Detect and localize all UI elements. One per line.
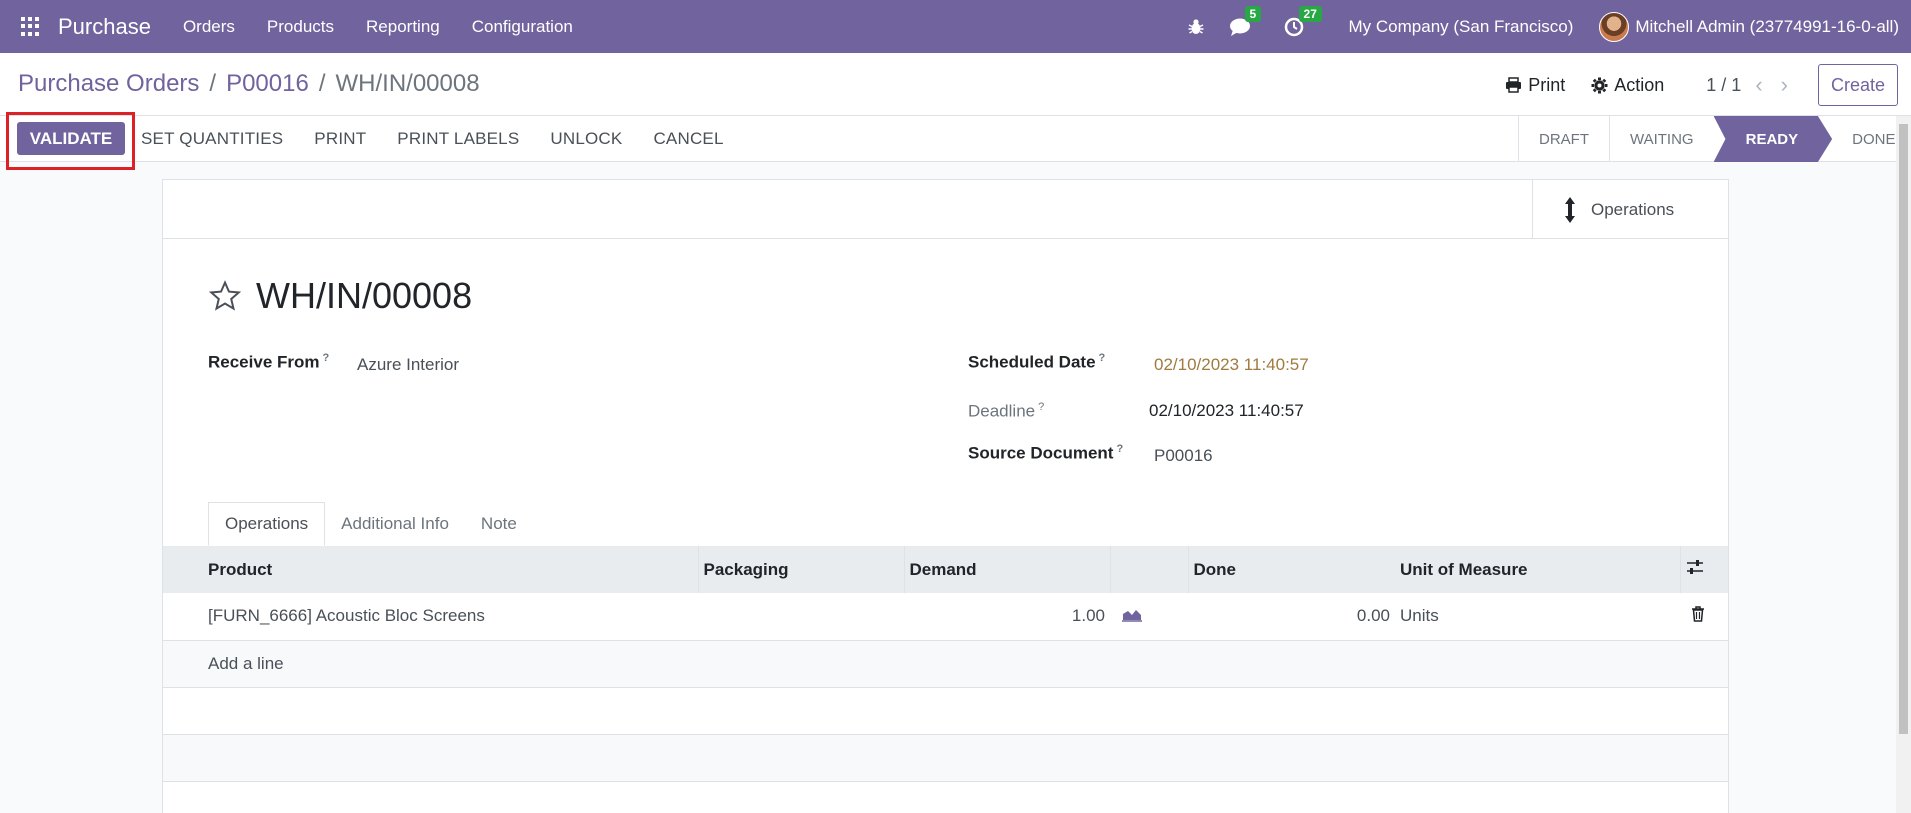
print-label: Print <box>1528 74 1566 95</box>
debug-bug-icon[interactable] <box>1185 16 1207 38</box>
systray: 5 27 My Company (San Francisco) Mitchell… <box>1185 0 1911 53</box>
help-tooltip[interactable]: ? <box>323 352 330 364</box>
tab-additional-info[interactable]: Additional Info <box>325 502 465 546</box>
deadline-field[interactable]: 02/10/2023 11:40:57 <box>1149 401 1304 421</box>
tab-operations[interactable]: Operations <box>208 502 326 546</box>
breadcrumb-separator: / <box>318 70 326 97</box>
notebook-tabs: Operations Additional Info Note <box>208 502 533 546</box>
add-line-row: Add a line <box>163 640 1728 688</box>
empty-row <box>163 734 1728 782</box>
scrollbar-thumb[interactable] <box>1899 124 1908 734</box>
area-chart-icon <box>1122 609 1142 622</box>
add-line-link[interactable]: Add a line <box>163 640 1728 688</box>
source-document-field[interactable]: P00016 <box>1154 446 1213 466</box>
stage-ready: READY <box>1713 116 1833 162</box>
activities-clock-icon[interactable]: 27 <box>1283 5 1322 38</box>
vertical-arrows-icon <box>1565 196 1575 223</box>
breadcrumb: Purchase Orders / P00016 / WH/IN/00008 <box>18 70 480 98</box>
main-menu: Orders Products Reporting Configuration <box>167 0 589 53</box>
validate-button[interactable]: VALIDATE <box>17 122 125 155</box>
action-label: Action <box>1614 74 1665 95</box>
action-dropdown[interactable]: Action <box>1591 75 1664 96</box>
stage-waiting: WAITING <box>1609 116 1714 162</box>
printer-icon <box>1506 77 1522 93</box>
help-tooltip[interactable]: ? <box>1099 352 1106 364</box>
cell-packaging[interactable] <box>698 593 904 641</box>
column-forecast <box>1109 546 1188 593</box>
statusbar-actions: SET QUANTITIES PRINT PRINT LABELS UNLOCK… <box>141 116 755 162</box>
help-tooltip[interactable]: ? <box>1038 401 1044 413</box>
column-demand[interactable]: Demand <box>903 546 1110 593</box>
user-avatar[interactable] <box>1599 11 1630 42</box>
cell-demand[interactable]: 1.00 <box>904 593 1110 641</box>
empty-row <box>163 687 1728 735</box>
print-button[interactable]: PRINT <box>314 129 366 149</box>
messages-chat-icon[interactable]: 5 <box>1229 5 1262 38</box>
optional-columns-toggle[interactable] <box>1679 546 1728 593</box>
pager-next-icon[interactable]: › <box>1781 72 1788 98</box>
receive-from-label: Receive From? <box>208 352 330 372</box>
stage-draft: DRAFT <box>1539 130 1589 148</box>
cancel-button[interactable]: CANCEL <box>653 129 723 149</box>
column-done[interactable]: Done <box>1187 546 1395 593</box>
forecast-report-button[interactable] <box>1110 593 1188 641</box>
breadcrumb-po[interactable]: P00016 <box>226 70 309 98</box>
print-labels-button[interactable]: PRINT LABELS <box>397 129 519 149</box>
user-menu[interactable]: Mitchell Admin (23774991-16-0-all) <box>1635 17 1899 37</box>
menu-configuration[interactable]: Configuration <box>456 0 589 53</box>
breadcrumb-purchase-orders[interactable]: Purchase Orders <box>18 70 199 98</box>
title-row: WH/IN/00008 <box>208 275 472 317</box>
breadcrumb-separator: / <box>209 70 217 97</box>
top-navbar: Purchase Orders Products Reporting Confi… <box>0 0 1911 53</box>
tab-note[interactable]: Note <box>465 502 533 546</box>
breadcrumb-current: WH/IN/00008 <box>335 70 480 97</box>
company-switcher[interactable]: My Company (San Francisco) <box>1349 17 1574 37</box>
scheduled-date-label: Scheduled Date? <box>968 352 1106 372</box>
cell-done[interactable]: 0.00 <box>1188 593 1395 641</box>
create-button[interactable]: Create <box>1817 64 1898 106</box>
cell-product[interactable]: [FURN_6666] Acoustic Bloc Screens <box>163 593 698 641</box>
form-sheet: Operations WH/IN/00008 Receive From? Azu… <box>162 179 1729 813</box>
operations-smart-button[interactable]: Operations <box>1532 180 1728 239</box>
menu-orders[interactable]: Orders <box>167 0 251 53</box>
star-icon[interactable] <box>208 279 242 313</box>
activities-count-badge: 27 <box>1298 5 1322 22</box>
receive-from-field[interactable]: Azure Interior <box>357 355 459 375</box>
trash-icon <box>1692 606 1704 622</box>
menu-products[interactable]: Products <box>251 0 350 53</box>
stage-pipeline: DRAFT WAITING READY DONE <box>1518 116 1911 162</box>
cell-unit-of-measure[interactable]: Units <box>1395 593 1680 641</box>
deadline-label: Deadline? <box>968 401 1045 421</box>
operations-table: Product Packaging Demand Done Unit of Me… <box>163 546 1728 782</box>
app-name[interactable]: Purchase <box>58 14 151 40</box>
column-unit-of-measure[interactable]: Unit of Measure <box>1395 546 1680 593</box>
pager-previous-icon[interactable]: ‹ <box>1755 72 1762 98</box>
sliders-icon <box>1686 560 1703 574</box>
operations-smart-label: Operations <box>1591 199 1675 219</box>
menu-reporting[interactable]: Reporting <box>350 0 456 53</box>
column-product[interactable]: Product <box>163 546 698 593</box>
source-document-label: Source Document? <box>968 443 1124 463</box>
table-header-row: Product Packaging Demand Done Unit of Me… <box>163 546 1728 593</box>
help-tooltip[interactable]: ? <box>1116 443 1123 455</box>
gear-icon <box>1591 77 1608 93</box>
messages-count-badge: 5 <box>1244 5 1262 22</box>
scheduled-date-field[interactable]: 02/10/2023 11:40:57 <box>1154 355 1309 375</box>
smart-button-box: Operations <box>163 180 1728 239</box>
delete-line-button[interactable] <box>1680 593 1728 641</box>
print-dropdown[interactable]: Print <box>1505 75 1565 96</box>
column-packaging[interactable]: Packaging <box>697 546 904 593</box>
control-actions: Print Action 1 / 1 ‹ › Create <box>1505 64 1911 106</box>
table-row[interactable]: [FURN_6666] Acoustic Bloc Screens 1.00 0… <box>163 593 1728 641</box>
apps-grid-icon[interactable] <box>21 16 41 37</box>
set-quantities-button[interactable]: SET QUANTITIES <box>141 129 283 149</box>
record-title: WH/IN/00008 <box>256 275 473 316</box>
page-scrollbar[interactable] <box>1896 116 1911 813</box>
pager-value[interactable]: 1 / 1 <box>1706 75 1741 96</box>
unlock-button[interactable]: UNLOCK <box>550 129 622 149</box>
control-panel: Purchase Orders / P00016 / WH/IN/00008 P… <box>0 53 1911 116</box>
